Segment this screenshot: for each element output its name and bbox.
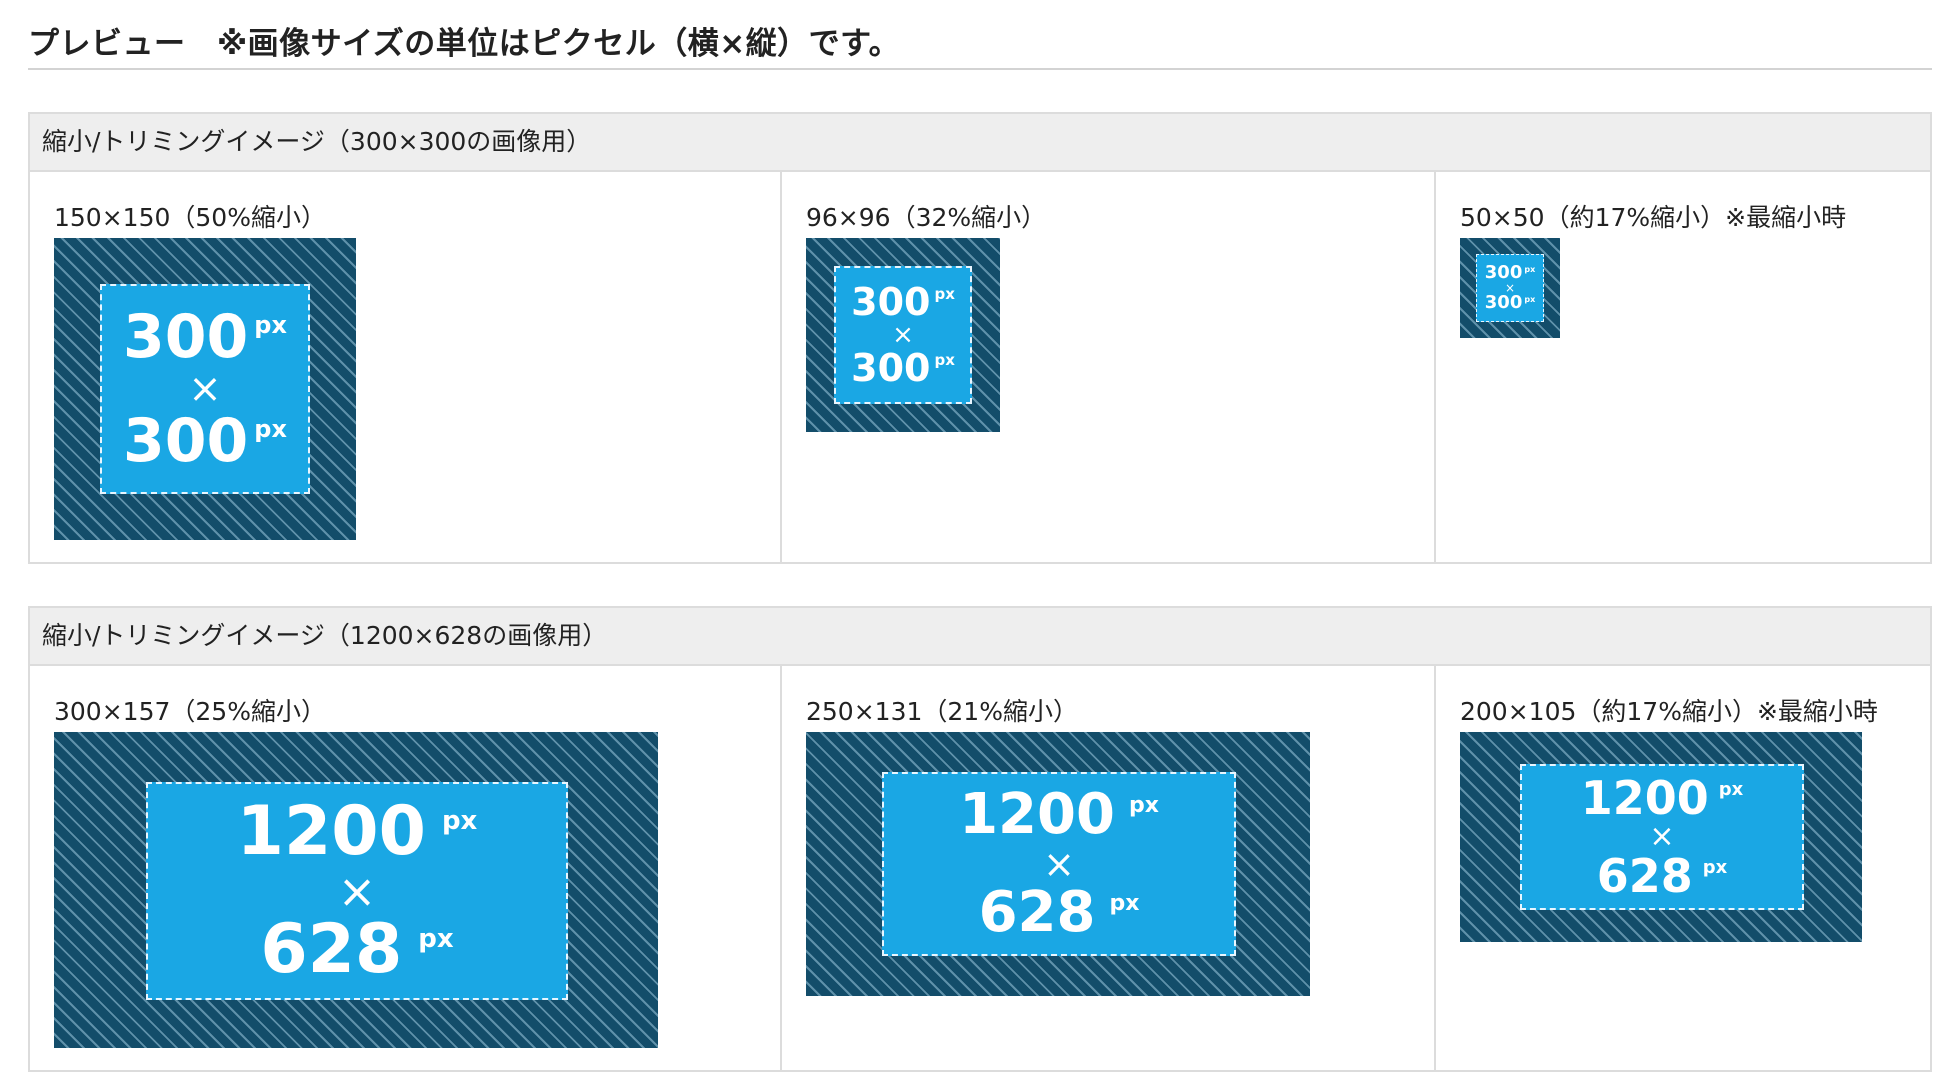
width-row: 300 px: [851, 283, 955, 321]
preview-cell-96x96: 96×96（32%縮小） 300 px × 300 px: [782, 172, 1436, 564]
multiply-sign: ×: [1649, 819, 1675, 854]
safe-area: 1200 px × 628 px: [146, 782, 568, 1000]
page-title: プレビュー ※画像サイズの単位はピクセル（横×縦）です。: [28, 22, 1932, 70]
width-row: 1200 px: [237, 798, 478, 866]
safe-area: 300 px × 300 px: [834, 266, 972, 404]
trim-frame: 1200 px × 628 px: [54, 732, 658, 1048]
height-value: 628: [1596, 849, 1693, 903]
trim-frame: 300 px × 300 px: [806, 238, 1000, 432]
section-300x300: 縮小/トリミングイメージ（300×300の画像用） 150×150（50%縮小）…: [28, 112, 1932, 564]
height-row: 628 px: [979, 885, 1140, 941]
preview-cell-200x105: 200×105（約17%縮小）※最縮小時 1200 px × 628 px: [1436, 666, 1930, 1072]
height-row: 300 px: [851, 349, 955, 387]
trim-frame: 300 px × 300 px: [1460, 238, 1560, 338]
height-value: 300: [1484, 292, 1523, 313]
trim-frame: 1200 px × 628 px: [1460, 732, 1862, 942]
safe-area: 300 px × 300 px: [1476, 254, 1544, 322]
height-value: 300: [851, 346, 931, 390]
width-row: 300 px: [123, 307, 287, 367]
height-row: 300 px: [123, 411, 287, 471]
height-value: 300: [123, 406, 249, 476]
px-unit: px: [1524, 265, 1536, 274]
width-row: 300 px: [1485, 264, 1535, 282]
width-value: 1200: [959, 782, 1115, 847]
width-value: 1200: [236, 792, 426, 871]
height-value: 628: [260, 910, 403, 989]
multiply-sign: ×: [892, 320, 914, 350]
cell-label: 200×105（約17%縮小）※最縮小時: [1460, 697, 1878, 726]
section-1200x628: 縮小/トリミングイメージ（1200×628の画像用） 300×157（25%縮小…: [28, 606, 1932, 1072]
px-unit: px: [1524, 295, 1536, 304]
safe-area: 1200 px × 628 px: [882, 772, 1236, 956]
preview-cell-50x50: 50×50（約17%縮小）※最縮小時 300 px × 300 px: [1436, 172, 1930, 564]
multiply-sign: ×: [1043, 842, 1075, 886]
trim-frame: 1200 px × 628 px: [806, 732, 1310, 996]
px-unit: px: [1702, 857, 1728, 878]
px-unit: px: [441, 806, 478, 836]
width-value: 300: [1484, 262, 1523, 283]
width-row: 1200 px: [959, 787, 1159, 843]
preview-cell-300x157: 300×157（25%縮小） 1200 px × 628 px: [30, 666, 782, 1072]
safe-area: 1200 px × 628 px: [1520, 764, 1804, 910]
section-header: 縮小/トリミングイメージ（1200×628の画像用）: [30, 608, 1930, 666]
multiply-sign: ×: [188, 366, 222, 412]
cell-label: 150×150（50%縮小）: [54, 203, 326, 232]
px-unit: px: [254, 311, 287, 339]
width-value: 1200: [1580, 771, 1709, 825]
cell-label: 300×157（25%縮小）: [54, 697, 326, 726]
px-unit: px: [1128, 793, 1159, 818]
cell-label: 96×96（32%縮小）: [806, 203, 1047, 232]
px-unit: px: [1109, 891, 1140, 916]
cell-label: 50×50（約17%縮小）※最縮小時: [1460, 203, 1847, 232]
px-unit: px: [254, 415, 287, 443]
px-unit: px: [418, 924, 454, 954]
preview-cell-150x150: 150×150（50%縮小） 300 px × 300 px: [30, 172, 782, 564]
px-unit: px: [934, 285, 955, 303]
height-value: 628: [978, 880, 1096, 945]
height-row: 628 px: [260, 916, 453, 984]
trim-frame: 300 px × 300 px: [54, 238, 356, 540]
height-row: 300 px: [1485, 294, 1535, 312]
multiply-sign: ×: [337, 864, 377, 918]
safe-area: 300 px × 300 px: [100, 284, 310, 494]
width-value: 300: [851, 280, 931, 324]
px-unit: px: [934, 351, 955, 369]
section-header: 縮小/トリミングイメージ（300×300の画像用）: [30, 114, 1930, 172]
cell-label: 250×131（21%縮小）: [806, 697, 1078, 726]
width-row: 1200 px: [1581, 775, 1744, 821]
height-row: 628 px: [1597, 853, 1728, 899]
width-value: 300: [123, 302, 249, 372]
preview-cell-250x131: 250×131（21%縮小） 1200 px × 628 px: [782, 666, 1436, 1072]
px-unit: px: [1718, 779, 1744, 800]
